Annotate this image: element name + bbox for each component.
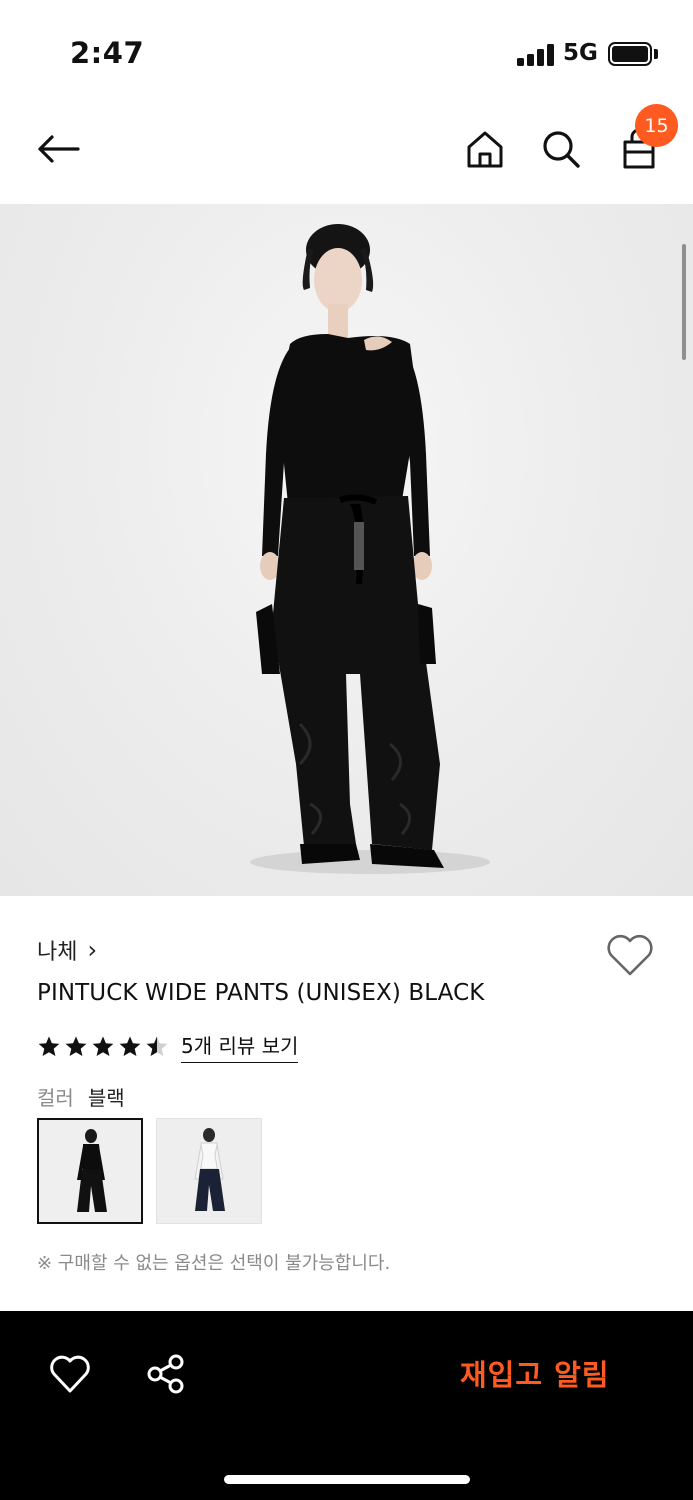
- color-swatch-black[interactable]: [37, 1118, 143, 1224]
- status-bar: 2:47 5G: [0, 0, 693, 100]
- model-photo: [250, 224, 490, 874]
- arrow-left-icon: [38, 135, 80, 163]
- share-icon: [147, 1354, 184, 1394]
- search-icon: [543, 131, 580, 168]
- chevron-right-icon: ›: [87, 936, 98, 964]
- color-value: 블랙: [87, 1086, 125, 1110]
- restock-alert-button[interactable]: 재입고 알림: [460, 1352, 610, 1394]
- bottom-action-bar: [0, 1311, 693, 1500]
- star-icon: [65, 1036, 87, 1056]
- top-nav: [0, 100, 693, 200]
- option-notice: ※ 구매할 수 없는 옵션은 선택이 불가능합니다.: [37, 1253, 391, 1274]
- color-row: 컬러 블랙: [37, 1082, 125, 1111]
- home-icon: [467, 131, 503, 168]
- wishlist-button[interactable]: [605, 932, 655, 978]
- swatch-thumbnail: [39, 1120, 141, 1222]
- color-swatch-alternate[interactable]: [156, 1118, 262, 1224]
- battery-icon: [608, 42, 652, 66]
- share-button[interactable]: [146, 1353, 186, 1395]
- swatch-thumbnail: [157, 1119, 261, 1223]
- battery-cap: [654, 49, 658, 59]
- product-hero-image[interactable]: [0, 204, 693, 896]
- network-label: 5G: [563, 40, 598, 66]
- star-icon: [146, 1036, 168, 1056]
- status-time: 2:47: [70, 36, 145, 70]
- image-scroll-indicator: [682, 244, 686, 360]
- cart-count-badge: 15: [635, 104, 678, 147]
- search-button[interactable]: [536, 124, 586, 174]
- heart-outline-icon: [50, 1355, 90, 1393]
- review-link[interactable]: 5개 리뷰 보기: [181, 1030, 299, 1063]
- rating-stars: [37, 1035, 169, 1059]
- star-icon: [119, 1036, 141, 1056]
- back-button[interactable]: [30, 124, 86, 174]
- brand-name: 나체: [37, 940, 78, 965]
- star-icon: [92, 1036, 114, 1056]
- product-title: PINTUCK WIDE PANTS (UNISEX) BLACK: [37, 980, 485, 1006]
- star-icon: [38, 1036, 60, 1056]
- bottom-wishlist-button[interactable]: [49, 1353, 91, 1395]
- brand-link[interactable]: 나체 ›: [37, 934, 97, 966]
- signal-bars-icon: [517, 44, 555, 66]
- home-indicator: [224, 1475, 470, 1484]
- rating-row: 5개 리뷰 보기: [37, 1030, 299, 1063]
- home-button[interactable]: [460, 124, 510, 174]
- heart-outline-icon: [607, 934, 653, 976]
- color-label: 컬러: [37, 1086, 74, 1110]
